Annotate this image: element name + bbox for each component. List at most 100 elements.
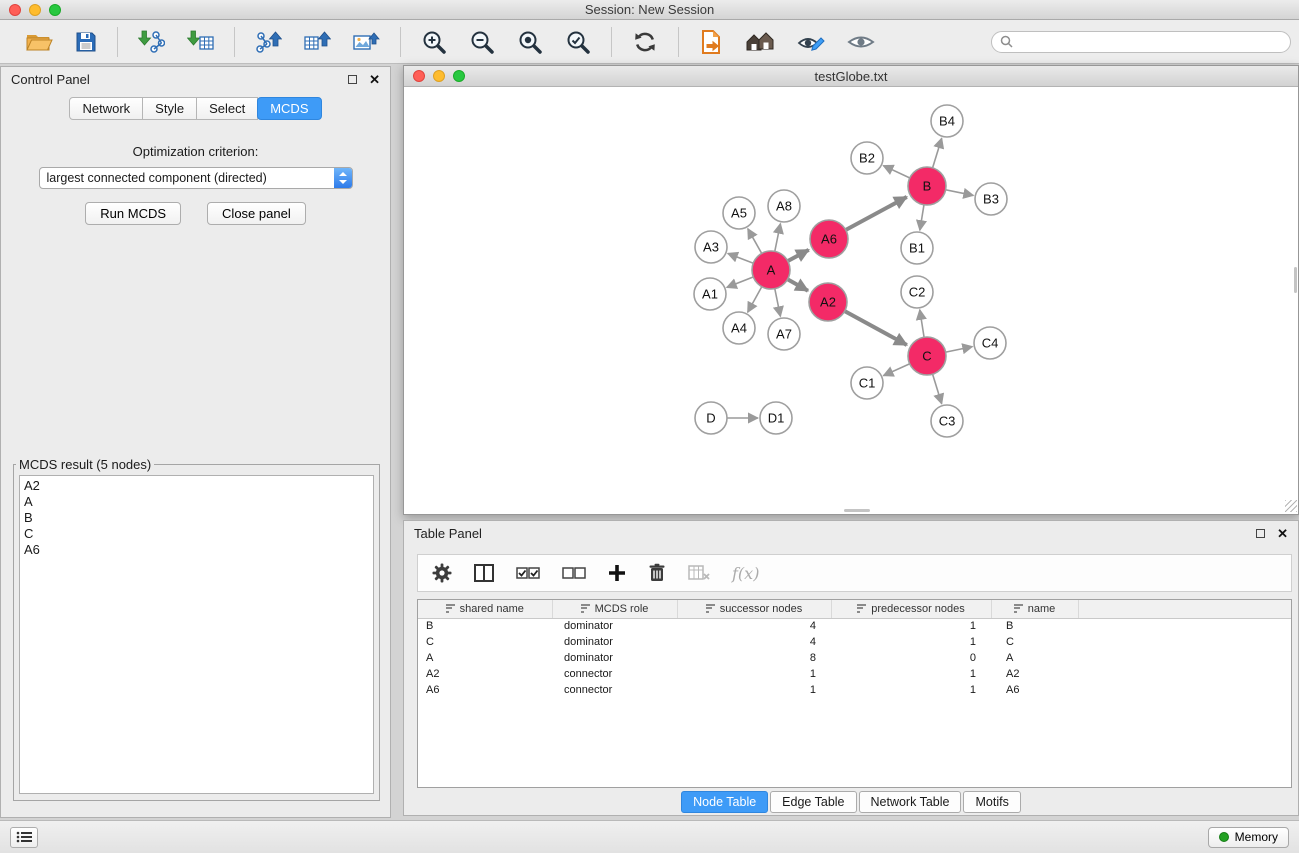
column-header-mcds-role[interactable]: MCDS role (552, 600, 677, 618)
network-node-A7[interactable]: A7 (768, 318, 800, 350)
network-node-D[interactable]: D (695, 402, 727, 434)
edit-annotation-button[interactable] (793, 28, 829, 56)
search-field[interactable] (991, 31, 1291, 53)
zoom-selected-button[interactable] (561, 27, 595, 57)
vertical-scrollbar[interactable] (1294, 267, 1297, 293)
mcds-result-item[interactable]: C (24, 526, 373, 542)
delete-column-button[interactable] (648, 563, 666, 583)
network-node-B[interactable]: B (908, 167, 946, 205)
float-table-panel-icon[interactable] (1256, 529, 1265, 538)
home-button[interactable] (741, 28, 779, 56)
toolbar-divider (117, 27, 118, 57)
mcds-result-list[interactable]: A2ABCA6 (19, 475, 374, 794)
maximize-network-window-button[interactable] (453, 70, 465, 82)
tab-network[interactable]: Network (69, 97, 143, 120)
table-tab-network-table[interactable]: Network Table (859, 791, 962, 813)
export-image-icon (353, 30, 380, 54)
network-node-A6[interactable]: A6 (810, 220, 848, 258)
float-panel-icon[interactable] (348, 75, 357, 84)
add-column-button[interactable] (608, 564, 626, 582)
table-row[interactable]: Cdominator41C (418, 634, 1291, 650)
function-builder-button[interactable]: f(x) (732, 564, 759, 583)
network-node-C1[interactable]: C1 (851, 367, 883, 399)
close-network-window-button[interactable] (413, 70, 425, 82)
table-settings-button[interactable] (432, 563, 452, 583)
table-tab-edge-table[interactable]: Edge Table (770, 791, 856, 813)
zoom-out-button[interactable] (465, 27, 499, 57)
save-session-button[interactable] (71, 29, 101, 55)
search-input[interactable] (1018, 35, 1282, 49)
zoom-in-icon (421, 29, 447, 55)
column-sort-icon (857, 604, 866, 613)
table-tab-motifs[interactable]: Motifs (963, 791, 1020, 813)
network-node-B4[interactable]: B4 (931, 105, 963, 137)
network-node-B3[interactable]: B3 (975, 183, 1007, 215)
horizontal-scrollbar[interactable] (844, 509, 870, 512)
network-node-A5[interactable]: A5 (723, 197, 755, 229)
run-mcds-button[interactable]: Run MCDS (85, 202, 181, 225)
deselect-all-button[interactable] (562, 566, 586, 580)
network-graph[interactable]: B4 B2 B B3 A5 A8 A6 A3 B1 A A1 C2 A2 A4 A7 C4 C C1 C3 D D1 (404, 87, 1298, 513)
tab-style[interactable]: Style (142, 97, 197, 120)
close-window-button[interactable] (9, 4, 21, 16)
table-row[interactable]: A2connector11A2 (418, 666, 1291, 682)
table-tab-node-table[interactable]: Node Table (681, 791, 768, 813)
network-node-A[interactable]: A (752, 251, 790, 289)
minimize-window-button[interactable] (29, 4, 41, 16)
network-node-C3[interactable]: C3 (931, 405, 963, 437)
maximize-window-button[interactable] (49, 4, 61, 16)
import-table-button[interactable] (183, 28, 218, 56)
zoom-fit-button[interactable] (513, 27, 547, 57)
network-node-A3[interactable]: A3 (695, 231, 727, 263)
apply-layout-button[interactable] (628, 27, 662, 57)
show-hidden-panels-button[interactable] (10, 827, 38, 848)
network-canvas[interactable]: B4 B2 B B3 A5 A8 A6 A3 B1 A A1 C2 A2 A4 A7 C4 C C1 C3 D D1 (404, 87, 1298, 513)
network-node-C2[interactable]: C2 (901, 276, 933, 308)
tab-select[interactable]: Select (196, 97, 258, 120)
network-node-A1[interactable]: A1 (694, 278, 726, 310)
select-all-button[interactable] (516, 566, 540, 580)
delete-table-button[interactable] (688, 565, 710, 581)
plus-icon (608, 564, 626, 582)
network-node-C[interactable]: C (908, 337, 946, 375)
zoom-in-button[interactable] (417, 27, 451, 57)
mcds-result-item[interactable]: A6 (24, 542, 373, 558)
close-panel-icon[interactable]: ✕ (369, 73, 380, 86)
network-node-B1[interactable]: B1 (901, 232, 933, 264)
close-panel-button[interactable]: Close panel (207, 202, 306, 225)
network-node-A8[interactable]: A8 (768, 190, 800, 222)
column-visibility-button[interactable] (474, 564, 494, 582)
tab-mcds[interactable]: MCDS (257, 97, 321, 120)
mcds-result-item[interactable]: B (24, 510, 373, 526)
export-image-button[interactable] (349, 28, 384, 56)
mcds-result-item[interactable]: A2 (24, 478, 373, 494)
network-node-B2[interactable]: B2 (851, 142, 883, 174)
network-node-A4[interactable]: A4 (723, 312, 755, 344)
network-node-A2[interactable]: A2 (809, 283, 847, 321)
mcds-result-item[interactable]: A (24, 494, 373, 510)
import-network-button[interactable] (134, 28, 169, 56)
network-node-C4[interactable]: C4 (974, 327, 1006, 359)
export-table-button[interactable] (300, 28, 335, 56)
column-header-shared-name[interactable]: shared name (418, 600, 552, 618)
minimize-network-window-button[interactable] (433, 70, 445, 82)
import-public-database-button[interactable] (695, 27, 727, 57)
open-session-button[interactable] (21, 28, 57, 56)
column-header-name[interactable]: name (991, 600, 1078, 618)
table-row[interactable]: Adominator80A (418, 650, 1291, 666)
close-table-panel-icon[interactable]: ✕ (1277, 527, 1288, 540)
resize-grip[interactable] (1285, 500, 1297, 512)
show-graphics-details-button[interactable] (843, 29, 879, 55)
optimization-dropdown[interactable]: largest connected component (directed) (39, 167, 353, 189)
column-header-predecessor-nodes[interactable]: predecessor nodes (831, 600, 991, 618)
memory-button[interactable]: Memory (1208, 827, 1289, 848)
table-row[interactable]: A6connector11A6 (418, 682, 1291, 698)
table-panel-header: Table Panel ✕ (404, 521, 1298, 545)
column-header-successor-nodes[interactable]: successor nodes (677, 600, 831, 618)
node-table[interactable]: shared nameMCDS rolesuccessor nodesprede… (417, 599, 1292, 788)
network-node-D1[interactable]: D1 (760, 402, 792, 434)
table-row[interactable]: Bdominator41B (418, 618, 1291, 634)
export-network-button[interactable] (251, 28, 286, 56)
table-tabs: Node TableEdge TableNetwork TableMotifs (404, 791, 1298, 813)
network-window-titlebar[interactable]: testGlobe.txt (404, 66, 1298, 87)
